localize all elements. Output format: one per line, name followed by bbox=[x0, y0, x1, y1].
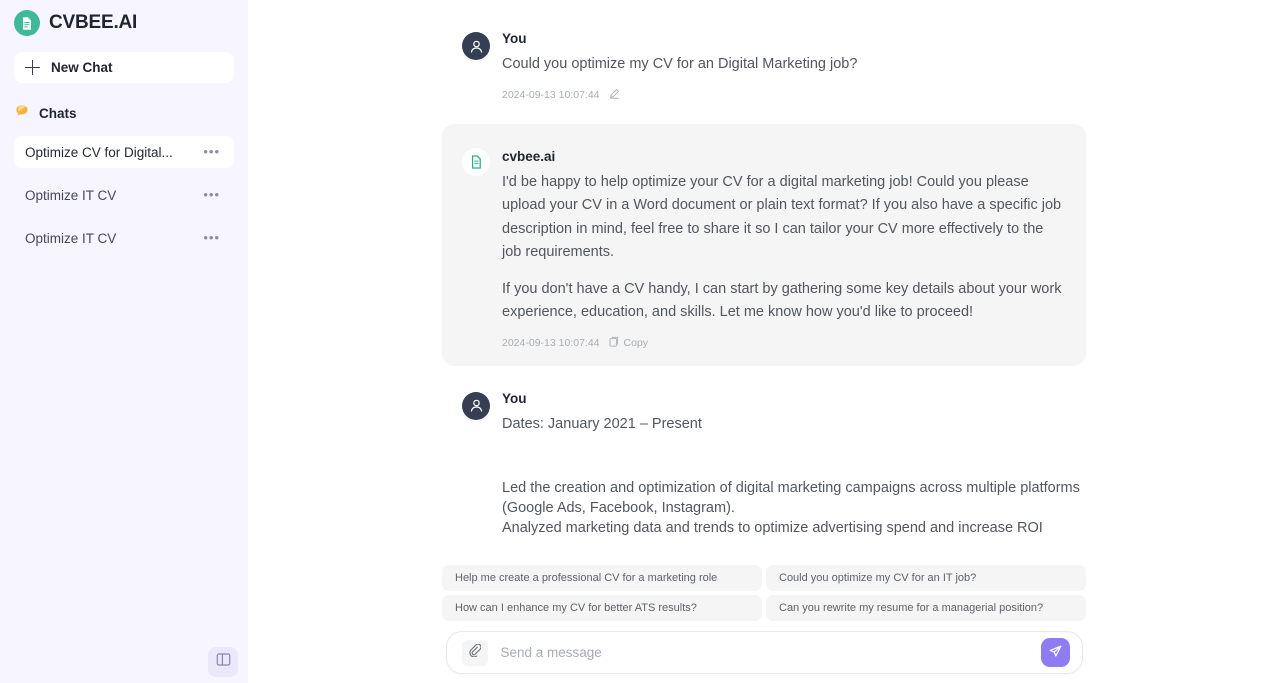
message-text: Dates: January 2021 – Present bbox=[502, 415, 702, 432]
chats-section-header: Chats bbox=[0, 102, 248, 124]
suggestion-chip[interactable]: Could you optimize my CV for an IT job? bbox=[766, 565, 1086, 591]
sidebar-toggle-button[interactable] bbox=[208, 647, 238, 677]
chat-list-item[interactable]: Optimize IT CV ••• bbox=[14, 179, 234, 211]
copy-label: Copy bbox=[623, 336, 649, 349]
ellipsis-icon[interactable]: ••• bbox=[203, 188, 220, 201]
message-sender: cvbee.ai bbox=[502, 148, 556, 164]
chat-item-label: Optimize CV for Digital... bbox=[25, 144, 173, 160]
paperclip-icon bbox=[468, 643, 482, 662]
message-meta: 2024-09-13 10:07:44 Copy bbox=[502, 336, 1062, 350]
user-avatar-icon bbox=[462, 32, 490, 60]
brand-name: CVBEE.AI bbox=[49, 12, 138, 33]
suggestion-chip[interactable]: How can I enhance my CV for better ATS r… bbox=[442, 595, 762, 621]
message-input[interactable] bbox=[500, 645, 1041, 660]
message-composer bbox=[445, 631, 1083, 674]
suggestion-chip[interactable]: Help me create a professional CV for a m… bbox=[442, 565, 762, 591]
message-sender: You bbox=[502, 31, 527, 46]
chat-item-label: Optimize IT CV bbox=[25, 187, 117, 203]
message-timestamp: 2024-09-13 10:07:44 bbox=[502, 88, 600, 101]
attach-file-button[interactable] bbox=[461, 639, 488, 666]
chat-list-item[interactable]: Optimize CV for Digital... ••• bbox=[14, 136, 234, 168]
composer-area: Help me create a professional CV for a m… bbox=[248, 565, 1280, 683]
edit-message-button[interactable] bbox=[609, 88, 620, 102]
sidebar-panel-icon bbox=[216, 652, 231, 672]
copy-icon bbox=[609, 336, 619, 350]
message-timestamp: 2024-09-13 10:07:44 bbox=[502, 336, 600, 349]
ellipsis-icon[interactable]: ••• bbox=[203, 145, 220, 158]
message-assistant: cvbee.ai I'd be happy to help optimize y… bbox=[442, 123, 1086, 366]
ellipsis-icon[interactable]: ••• bbox=[203, 231, 220, 244]
copy-message-button[interactable]: Copy bbox=[609, 336, 649, 350]
message-text: I'd be happy to help optimize your CV fo… bbox=[502, 171, 1062, 325]
chats-section-label: Chats bbox=[39, 105, 77, 121]
message-sender: You bbox=[502, 390, 527, 406]
send-message-button[interactable] bbox=[1040, 638, 1070, 667]
chat-list-item[interactable]: Optimize IT CV ••• bbox=[14, 222, 234, 254]
chat-list: Optimize CV for Digital... ••• Optimize … bbox=[0, 136, 248, 265]
message-thread: You Could you optimize my CV for an Digi… bbox=[248, 0, 1280, 538]
chat-item-label: Optimize IT CV bbox=[25, 230, 117, 246]
message-continuation: Led the creation and optimization of dig… bbox=[502, 480, 1080, 536]
brand-header: CVBEE.AI bbox=[0, 0, 248, 38]
document-icon bbox=[462, 147, 490, 176]
suggestion-chip[interactable]: Can you rewrite my resume for a manageri… bbox=[766, 595, 1086, 621]
message-meta: 2024-09-13 10:07:44 bbox=[502, 88, 1086, 102]
chat-main: You Could you optimize my CV for an Digi… bbox=[248, 0, 1280, 683]
message-text: Could you optimize my CV for an Digital … bbox=[502, 56, 858, 72]
message-row: You Dates: January 2021 – Present Led th… bbox=[248, 390, 1280, 539]
new-chat-button[interactable]: New Chat bbox=[14, 52, 234, 83]
app-root: CVBEE.AI New Chat Chats Optimize CV for … bbox=[0, 0, 1280, 683]
message-user: You Dates: January 2021 – Present Led th… bbox=[442, 390, 1086, 539]
plus-icon bbox=[25, 60, 40, 75]
message-row: You Could you optimize my CV for an Digi… bbox=[248, 30, 1280, 102]
user-avatar-icon bbox=[462, 391, 490, 420]
document-icon bbox=[14, 10, 40, 36]
new-chat-label: New Chat bbox=[51, 60, 113, 75]
message-paragraph: I'd be happy to help optimize your CV fo… bbox=[502, 173, 1062, 261]
message-row: cvbee.ai I'd be happy to help optimize y… bbox=[248, 123, 1280, 366]
sidebar: CVBEE.AI New Chat Chats Optimize CV for … bbox=[0, 0, 248, 683]
message-paragraph: If you don't have a CV handy, I can star… bbox=[502, 280, 1062, 321]
pencil-edit-icon bbox=[609, 88, 620, 102]
suggestion-chips: Help me create a professional CV for a m… bbox=[442, 565, 1086, 621]
message-user: You Could you optimize my CV for an Digi… bbox=[442, 30, 1086, 102]
speech-bubble-icon bbox=[14, 103, 30, 124]
paper-plane-icon bbox=[1048, 644, 1063, 662]
